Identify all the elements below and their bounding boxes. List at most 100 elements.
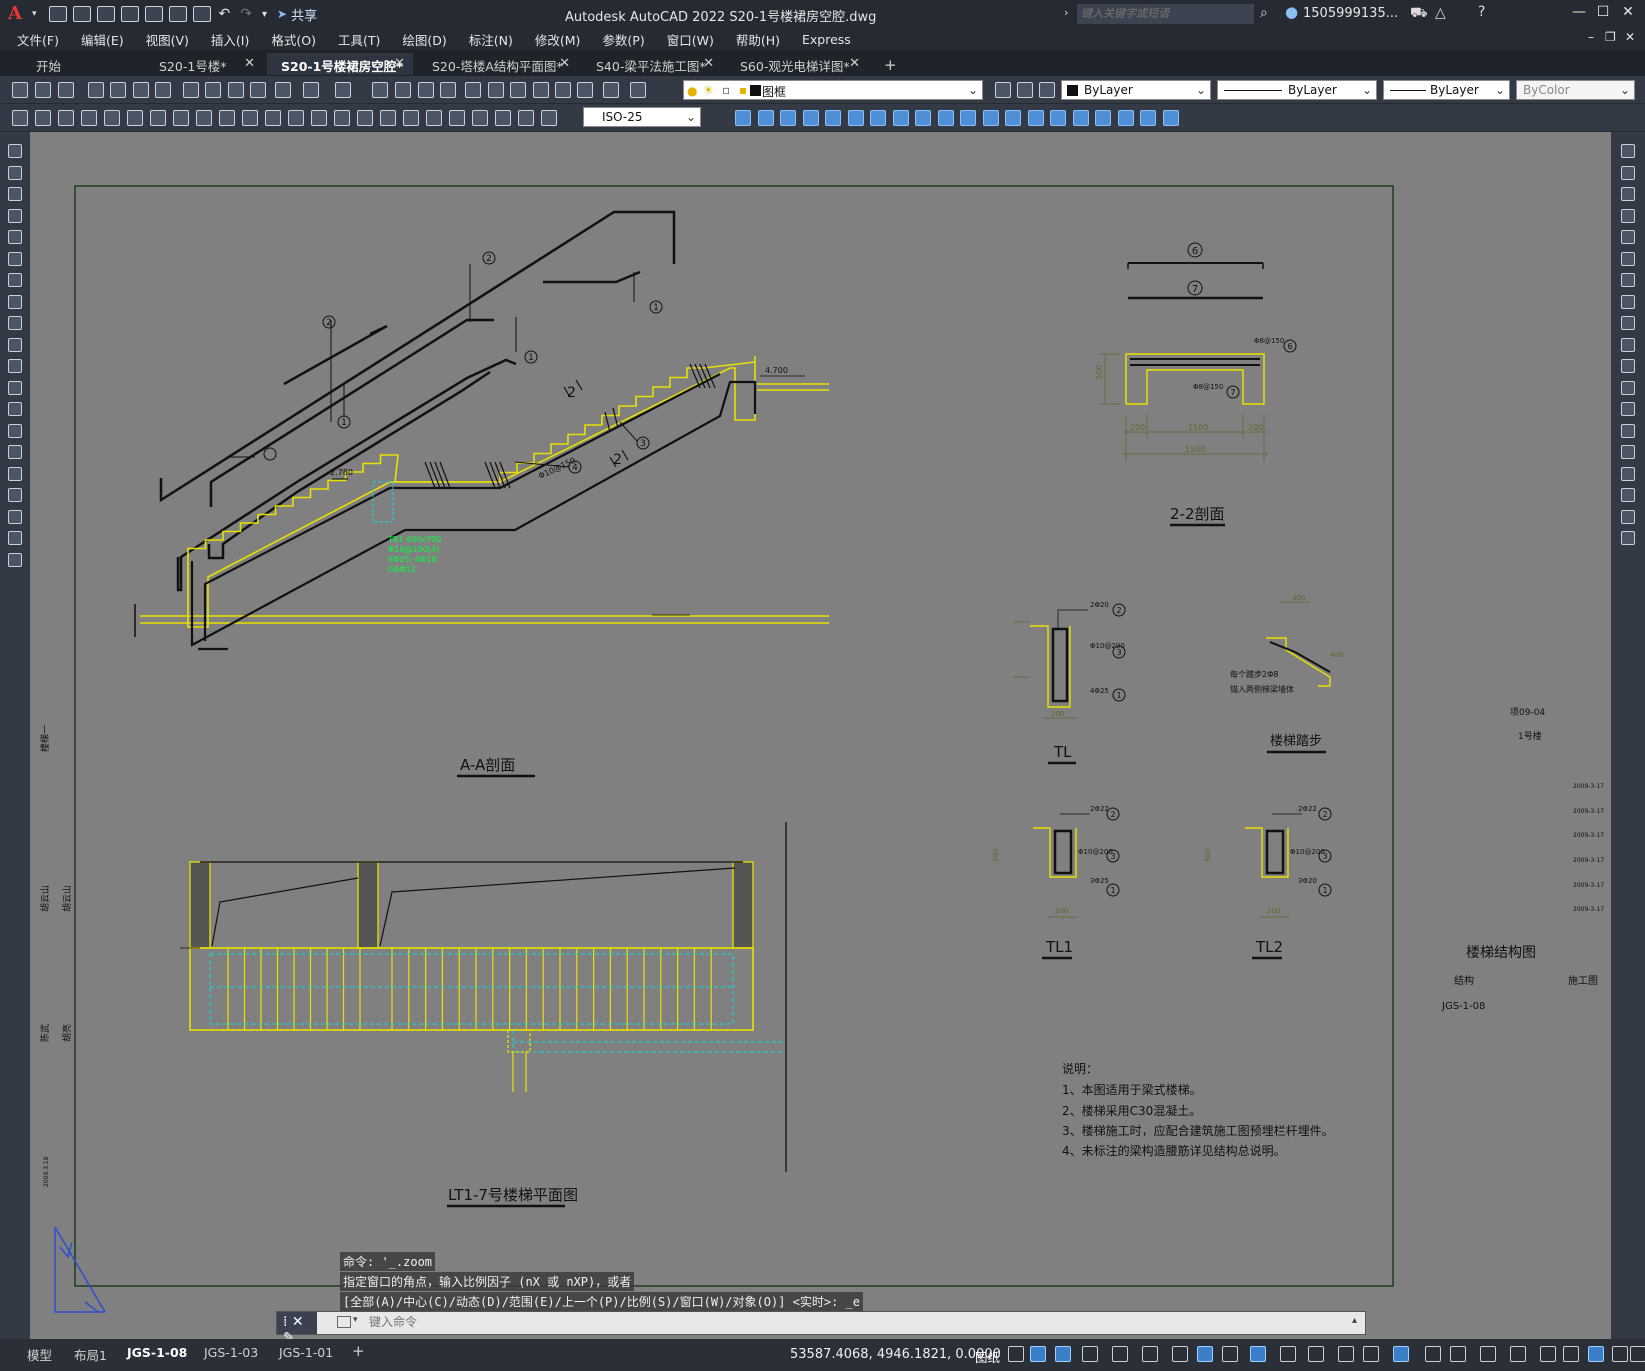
move-icon[interactable]: [1621, 251, 1635, 266]
array-icon[interactable]: [1621, 230, 1635, 244]
tab-s20-1[interactable]: S20-1号楼* ✕: [145, 53, 263, 75]
extend-icon[interactable]: [960, 110, 976, 126]
cart-icon[interactable]: ⛟: [1410, 5, 1428, 23]
tab-s40-beam[interactable]: S40-梁平法施工图* ✕: [582, 53, 722, 75]
calculator-icon[interactable]: [577, 82, 593, 98]
menu-format[interactable]: 格式(O): [271, 30, 316, 49]
circle-icon[interactable]: [8, 273, 22, 287]
command-line-grip[interactable]: ⁞ ✕ ✎: [277, 1312, 317, 1346]
color-dropdown[interactable]: ByLayer ⌄: [1061, 80, 1211, 100]
zoom-realtime-icon[interactable]: [395, 82, 411, 98]
offset-icon[interactable]: [1621, 208, 1635, 223]
maximize-icon[interactable]: ☐: [1592, 4, 1614, 24]
layer-states-icon[interactable]: [995, 82, 1011, 98]
mirror-icon[interactable]: [1140, 110, 1156, 126]
copy-object-icon[interactable]: [1117, 110, 1134, 126]
doc-minimize-icon[interactable]: –: [1588, 30, 1594, 44]
menu-view[interactable]: 视图(V): [146, 30, 189, 49]
layer-properties-icon[interactable]: [630, 82, 646, 98]
preview-icon[interactable]: [110, 82, 126, 98]
add-icon[interactable]: [1425, 1346, 1441, 1362]
tab-close-icon[interactable]: ✕: [703, 56, 714, 71]
dim-text-edit-icon[interactable]: [426, 110, 442, 126]
menu-modify[interactable]: 修改(M): [535, 30, 581, 49]
inspection-icon[interactable]: [357, 110, 373, 126]
ortho-icon[interactable]: [1082, 1346, 1098, 1362]
pan-icon[interactable]: [372, 82, 388, 98]
clean-screen-icon[interactable]: [1612, 1346, 1628, 1362]
annotation-visibility-icon[interactable]: [1363, 1346, 1379, 1362]
3d-print-icon[interactable]: [155, 82, 171, 98]
fillet-icon[interactable]: [1621, 466, 1635, 481]
center-mark-icon[interactable]: [334, 110, 350, 126]
search-input[interactable]: [1077, 4, 1254, 24]
ellipse-icon[interactable]: [8, 337, 22, 352]
menu-help[interactable]: 帮助(H): [736, 30, 780, 49]
chevron-down-icon[interactable]: ▾: [353, 1315, 358, 1325]
add-selected-icon[interactable]: [8, 552, 22, 567]
insert-block-icon[interactable]: [8, 380, 22, 395]
point-icon[interactable]: [8, 423, 22, 438]
annotation-scale-icon[interactable]: [1338, 1346, 1354, 1362]
menu-dimension[interactable]: 标注(N): [469, 30, 513, 49]
tab-close-icon[interactable]: ✕: [394, 56, 405, 71]
search-expand-icon[interactable]: ›: [1064, 6, 1068, 19]
close-icon[interactable]: ✕: [1617, 4, 1639, 24]
offset-icon[interactable]: [802, 110, 819, 126]
customize-menu-icon[interactable]: [1630, 1346, 1645, 1362]
array-icon[interactable]: [825, 110, 841, 126]
scale-icon[interactable]: [1621, 294, 1635, 309]
quick-dim-icon[interactable]: [196, 110, 212, 126]
lineweight-dropdown[interactable]: ByLayer ⌄: [1383, 80, 1510, 100]
open-file-icon[interactable]: [72, 6, 91, 22]
recent-commands-icon[interactable]: [337, 1316, 351, 1328]
menu-file[interactable]: 文件(F): [17, 30, 59, 49]
properties-icon[interactable]: [465, 82, 481, 98]
trim-icon[interactable]: [1621, 337, 1635, 352]
annotation-monitor-icon[interactable]: [1450, 1346, 1466, 1362]
publish-icon[interactable]: [133, 82, 149, 98]
construction-line-icon[interactable]: [8, 165, 22, 180]
drawing-canvas[interactable]: 2 2 1 1 1 2 2 2.780 4.700 3 4 Φ10@150 TB…: [30, 132, 1611, 1339]
transparency-icon[interactable]: [1250, 1346, 1266, 1362]
tab-start[interactable]: 开始: [22, 53, 142, 75]
dim-angular-icon[interactable]: [173, 110, 189, 126]
dim-linear-icon[interactable]: [12, 110, 28, 126]
linetype-dropdown[interactable]: ByLayer ⌄: [1217, 80, 1377, 100]
lineweight-icon[interactable]: [1222, 1346, 1238, 1362]
workspace-gear-icon[interactable]: [1393, 1346, 1409, 1362]
graphics-perf-icon[interactable]: [1588, 1346, 1604, 1362]
dim-break-icon[interactable]: [288, 110, 304, 126]
dim-linear-icon[interactable]: [472, 110, 488, 126]
object-snap-tracking-icon[interactable]: [1172, 1346, 1188, 1362]
doc-close-icon[interactable]: ✕: [1625, 30, 1635, 44]
break-icon[interactable]: [1621, 402, 1635, 416]
zoom-previous-icon[interactable]: [440, 82, 456, 98]
table-icon[interactable]: [8, 509, 22, 524]
dim-diameter-icon[interactable]: [150, 110, 166, 126]
rotate-icon[interactable]: [1621, 273, 1635, 287]
paste-icon[interactable]: [228, 82, 244, 98]
isolate-objects-icon[interactable]: [1563, 1346, 1579, 1362]
selection-cycling-icon[interactable]: [1280, 1346, 1296, 1362]
explode-icon[interactable]: [1621, 509, 1635, 524]
region-icon[interactable]: [8, 488, 22, 502]
rotate-icon[interactable]: [870, 110, 886, 126]
join-icon[interactable]: [1621, 423, 1635, 438]
units-icon[interactable]: [1480, 1346, 1496, 1362]
fillet-icon[interactable]: [1050, 110, 1066, 126]
stretch-icon[interactable]: [1621, 316, 1635, 330]
command-input[interactable]: [369, 1315, 1269, 1329]
customize-qat-icon[interactable]: ▾: [262, 9, 267, 20]
autocad-logo-icon[interactable]: A: [8, 3, 30, 25]
erase-icon[interactable]: [1095, 110, 1111, 126]
tab-s60-elevator[interactable]: S60-观光电梯详图* ✕: [726, 53, 868, 75]
plot-icon[interactable]: [88, 82, 104, 98]
dim-aligned-icon[interactable]: [495, 110, 511, 126]
layout-tab-jgs-1-08[interactable]: JGS-1-08: [127, 1345, 187, 1360]
plotstyle-dropdown[interactable]: ByColor ⌄: [1516, 80, 1635, 100]
multiline-text-icon[interactable]: [8, 531, 22, 545]
isodraft-icon[interactable]: [1142, 1346, 1158, 1362]
app-menu-chevron-icon[interactable]: ▾: [32, 9, 37, 19]
sheet-set-icon[interactable]: [533, 82, 549, 98]
